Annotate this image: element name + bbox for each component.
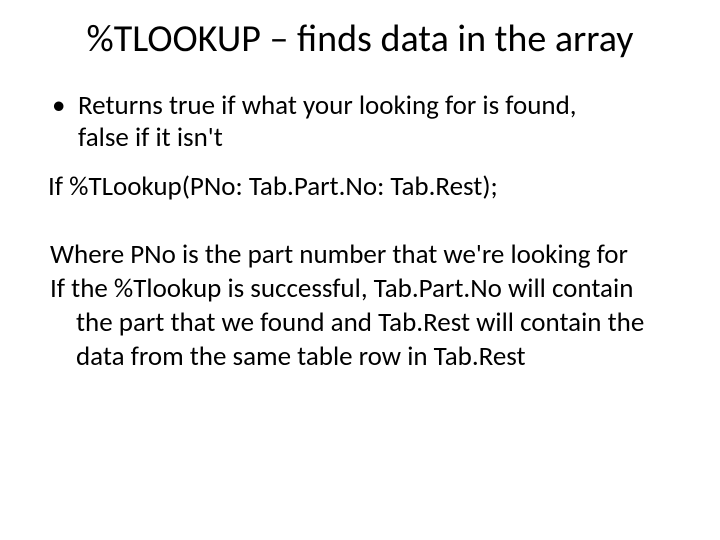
slide: %TLOOKUP – finds data in the array Retur… [0, 0, 720, 540]
bullet-text-line2: false if it isn't [78, 121, 223, 154]
bullet-item: Returns true if what your looking for is… [50, 90, 680, 154]
bullet-list: Returns true if what your looking for is… [40, 90, 680, 154]
bullet-text-line1: Returns true if what your looking for is… [78, 89, 577, 122]
para-if-line3: data from the same table row in Tab.Rest [40, 341, 680, 373]
code-line: If %TLookup(PNo: Tab.Part.No: Tab.Rest); [40, 171, 680, 203]
slide-title: %TLOOKUP – finds data in the array [40, 18, 680, 62]
para-where: Where PNo is the part number that we're … [40, 239, 680, 271]
para-if-line1: If the %Tlookup is successful, Tab.Part.… [40, 273, 680, 305]
para-if-line2: the part that we found and Tab.Rest will… [40, 307, 680, 339]
spacer [40, 205, 680, 239]
slide-body: Returns true if what your looking for is… [40, 90, 680, 373]
